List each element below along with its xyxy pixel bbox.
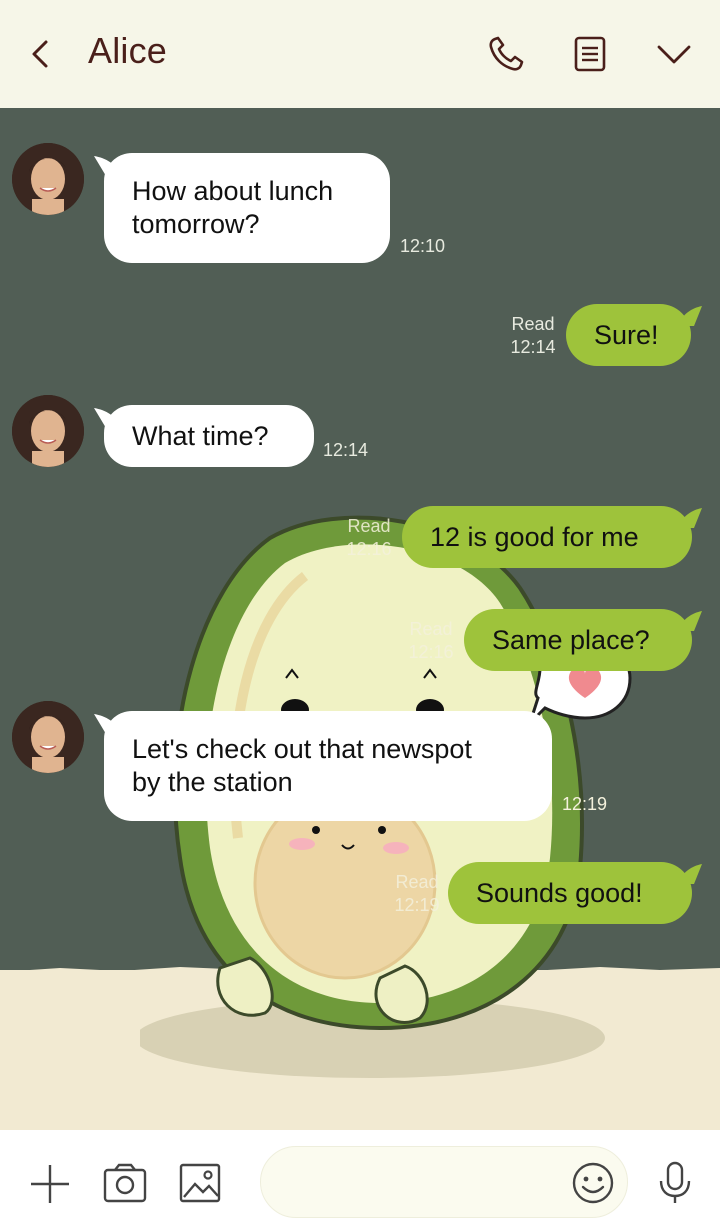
outgoing-message-bubble[interactable]: Sounds good! [448,862,692,924]
read-receipt: Read 12:19 [386,871,448,917]
message-text: Sounds good! [476,877,643,908]
image-icon[interactable] [178,1162,222,1204]
message-text: 12 is good for me [430,521,639,552]
bubble-tail [678,611,702,631]
message-time: 12:19 [562,794,608,814]
plus-icon[interactable] [28,1162,72,1206]
outgoing-message-bubble[interactable]: Sure! [566,304,691,366]
message-text: Let's check out that newspot [132,734,472,764]
read-label: Read [409,619,453,639]
message-time: 12:19 [394,895,440,915]
phone-icon[interactable] [486,34,526,74]
message-time: 12:10 [400,236,446,256]
notes-icon[interactable] [570,34,610,74]
outgoing-message-bubble[interactable]: Same place? [464,609,692,671]
emoji-icon[interactable] [571,1161,615,1205]
chat-title: Alice [88,30,168,71]
outgoing-message-bubble[interactable]: 12 is good for me [402,506,692,568]
avatar-photo-icon [12,395,84,467]
incoming-message-bubble[interactable]: What time? [104,405,314,467]
read-label: Read [395,872,439,892]
read-label: Read [347,516,391,536]
message-time: 12:14 [323,440,369,460]
chevron-down-icon[interactable] [654,34,694,74]
read-receipt: Read 12:16 [400,618,462,664]
message-time: 12:16 [346,539,392,559]
read-receipt: Read 12:16 [338,515,400,561]
message-time: 12:14 [510,337,556,357]
bubble-tail [678,306,702,326]
incoming-message-bubble[interactable]: Let's check out that newspot by the stat… [104,711,552,821]
read-receipt: Read 12:14 [504,313,562,359]
message-text: tomorrow? [132,209,260,239]
bubble-tail [678,864,702,884]
read-label: Read [511,314,555,334]
bubble-tail [678,508,702,528]
camera-icon[interactable] [102,1162,148,1204]
chat-header: Alice [0,0,720,108]
avatar-photo-icon [12,143,84,215]
message-text: by the station [132,767,293,797]
contact-avatar[interactable] [12,143,84,215]
message-text: What time? [132,420,269,451]
back-chevron-icon[interactable] [26,36,58,72]
avatar-photo-icon [12,701,84,773]
message-text: Sure! [594,319,659,350]
contact-avatar[interactable] [12,395,84,467]
message-text: Same place? [492,624,650,655]
message-time: 12:16 [408,642,454,662]
incoming-message-bubble[interactable]: How about lunch tomorrow? [104,153,390,263]
message-text: How about lunch [132,176,334,206]
contact-avatar[interactable] [12,701,84,773]
microphone-icon[interactable] [655,1160,695,1206]
chat-area[interactable]: How about lunch tomorrow? 12:10 Read 12:… [0,108,720,1130]
